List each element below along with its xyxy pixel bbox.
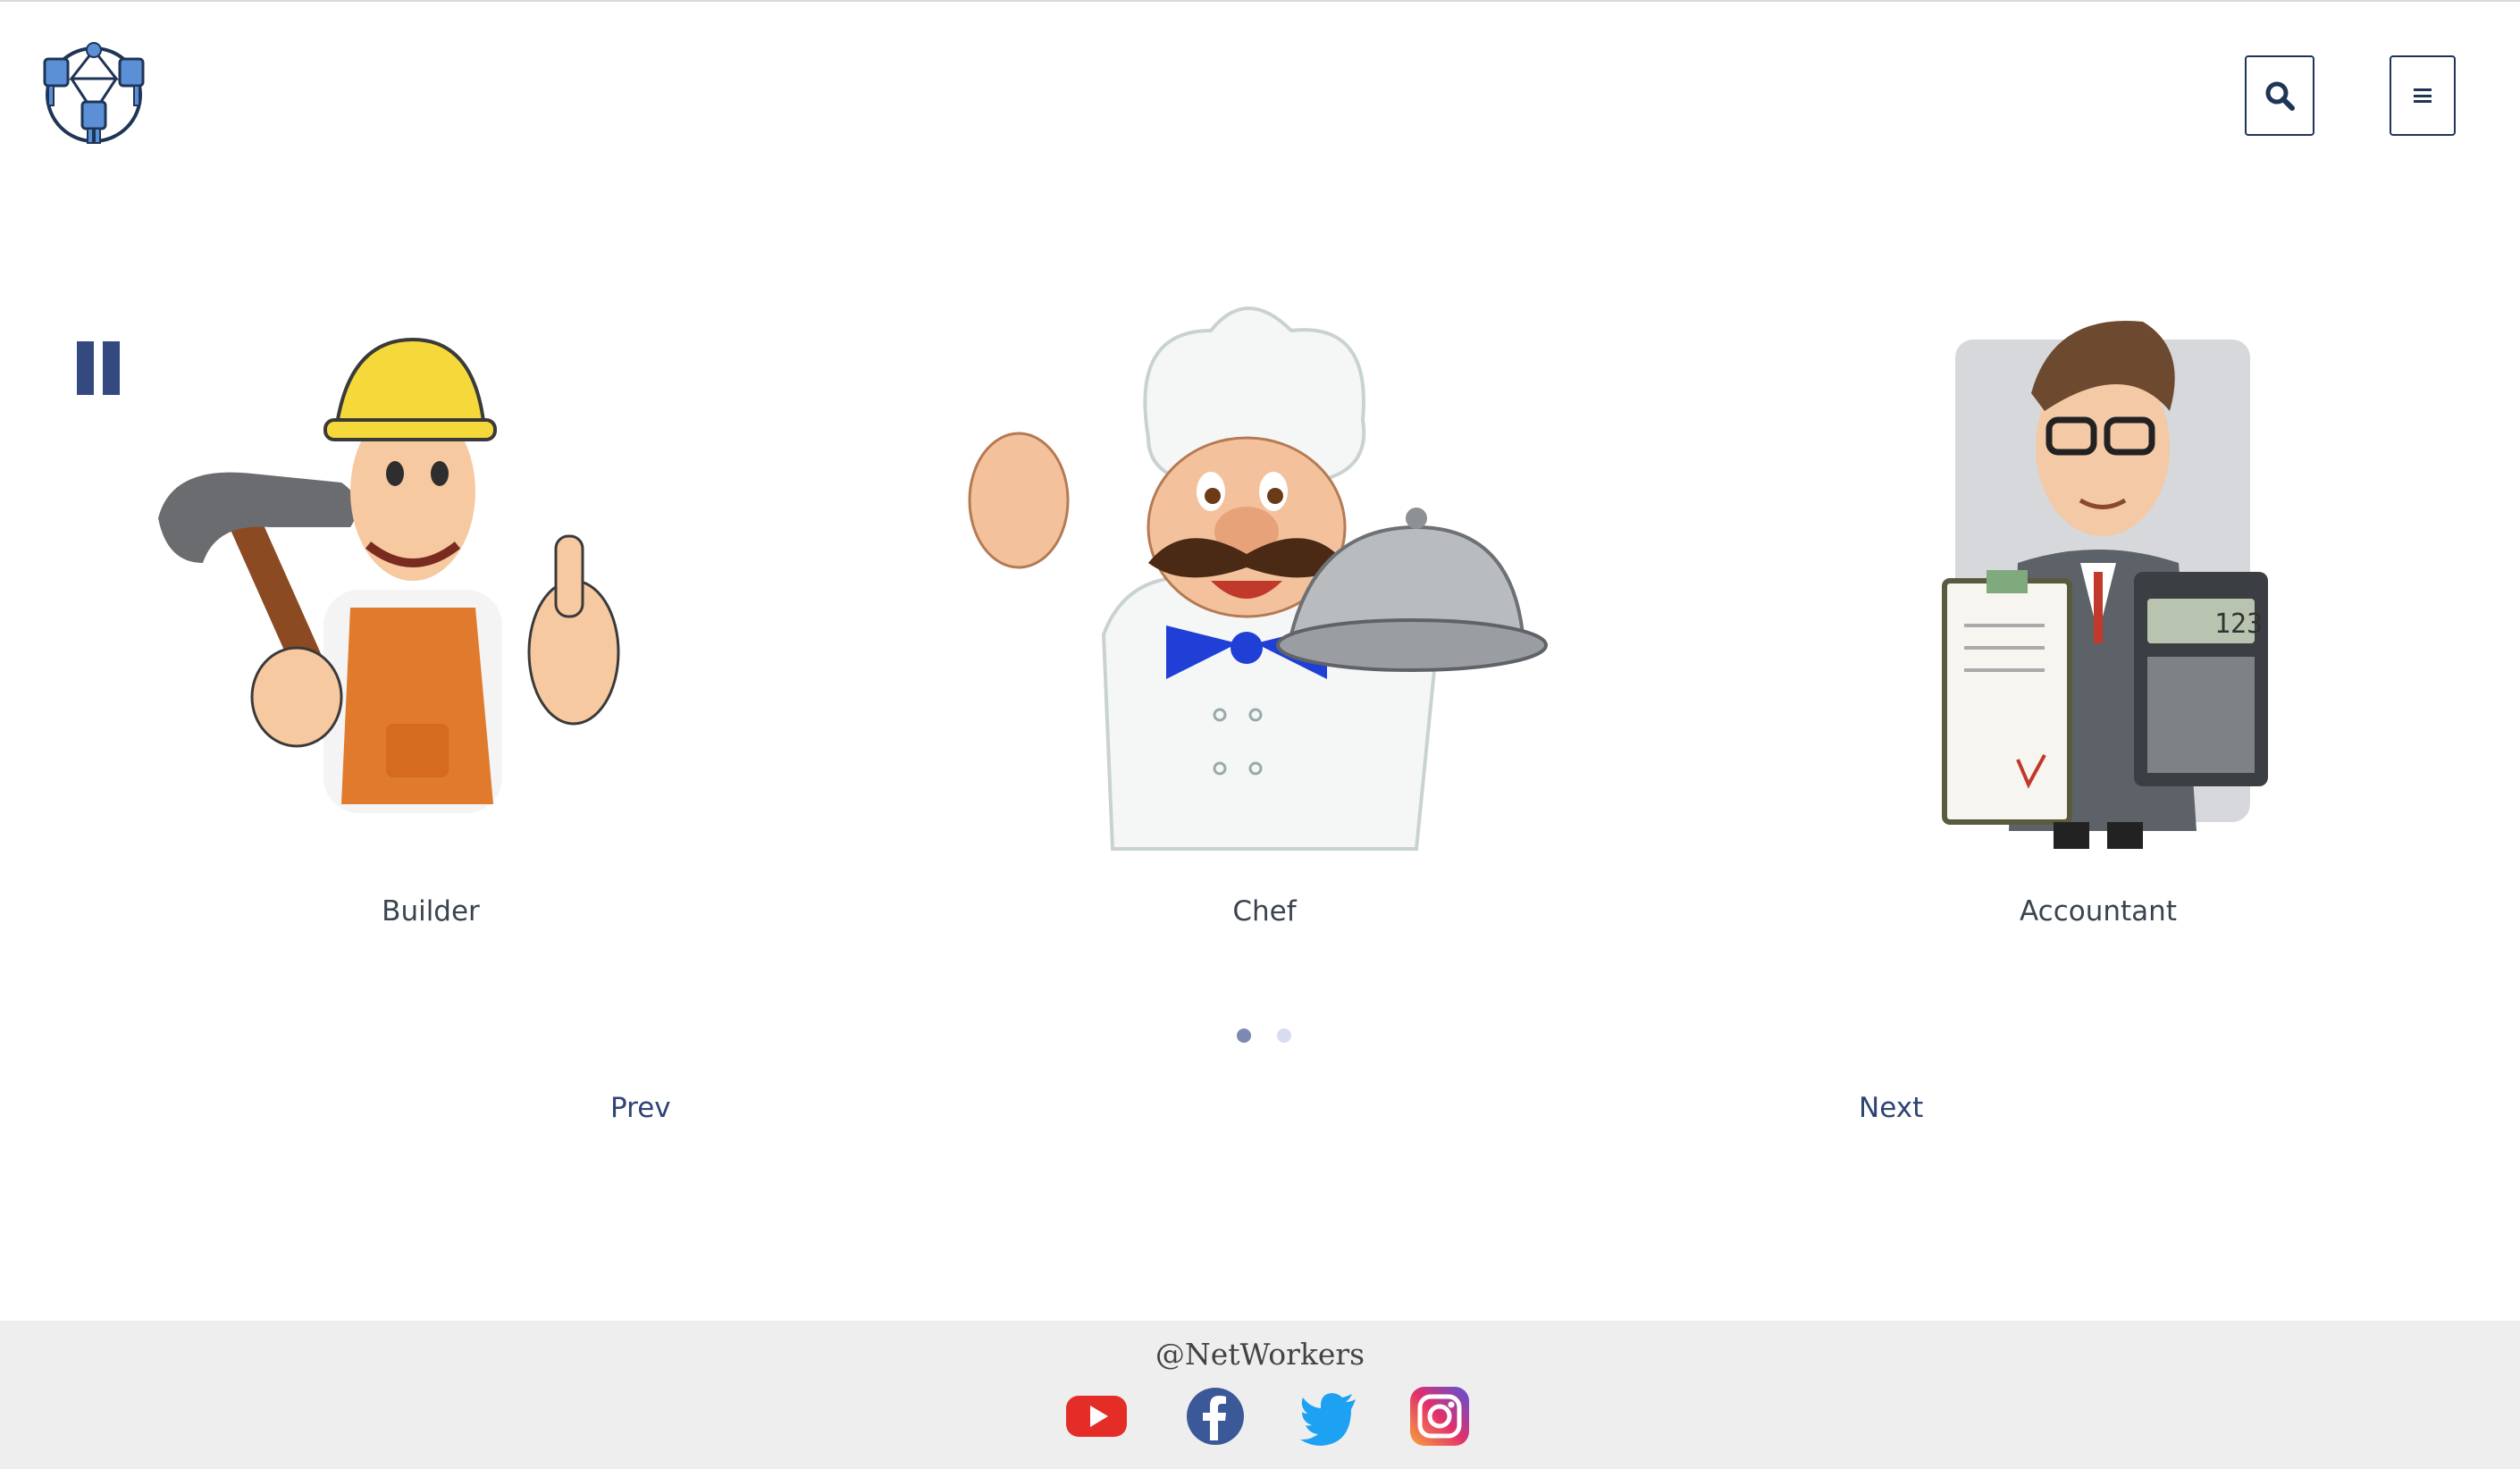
twitter-icon[interactable] bbox=[1298, 1385, 1361, 1448]
menu-button[interactable] bbox=[2390, 55, 2456, 136]
accountant-illustration: 123 bbox=[1942, 321, 2268, 849]
instagram-icon[interactable] bbox=[1408, 1385, 1471, 1448]
slide-caption: Chef bbox=[1232, 895, 1297, 928]
carousel-prev-button[interactable]: Prev bbox=[610, 1092, 671, 1124]
slide-caption: Builder bbox=[382, 895, 480, 928]
pause-icon bbox=[77, 341, 94, 395]
carousel-pause-button[interactable] bbox=[77, 341, 120, 395]
footer-handle: @NetWorkers bbox=[1155, 1337, 1365, 1372]
top-border bbox=[0, 0, 2520, 2]
network-people-logo[interactable] bbox=[36, 32, 152, 148]
slide-caption: Accountant bbox=[2020, 895, 2177, 928]
carousel-next-button[interactable]: Next bbox=[1859, 1092, 1923, 1124]
hamburger-menu-icon bbox=[2414, 88, 2432, 103]
search-icon bbox=[2265, 81, 2295, 111]
chef-illustration bbox=[968, 306, 1548, 851]
youtube-icon[interactable] bbox=[1065, 1385, 1128, 1448]
builder-illustration bbox=[158, 337, 620, 813]
carousel-pagination bbox=[1237, 1028, 1291, 1043]
search-button[interactable] bbox=[2245, 55, 2314, 136]
facebook-icon[interactable] bbox=[1184, 1385, 1247, 1448]
pagination-dot-1[interactable] bbox=[1237, 1028, 1251, 1043]
svg-text:123: 123 bbox=[2214, 609, 2263, 640]
pagination-dot-2[interactable] bbox=[1277, 1028, 1291, 1043]
